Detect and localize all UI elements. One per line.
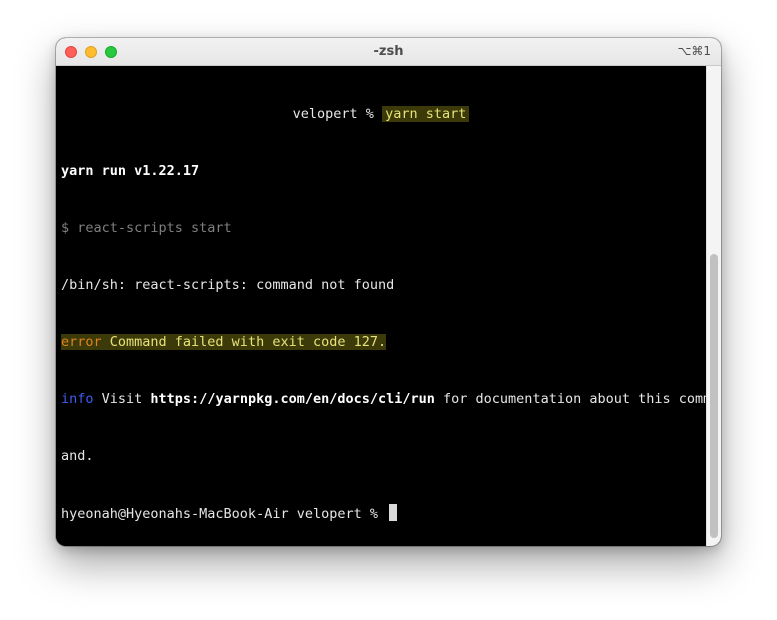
title-bar: -zsh ⌥⌘1 — [56, 38, 721, 66]
window-shortcut: ⌥⌘1 — [677, 44, 711, 58]
current-prompt: hyeonah@Hyeonahs-MacBook-Air velopert % — [61, 506, 387, 522]
info-text-before: Visit — [93, 391, 151, 407]
error-label: error — [61, 334, 102, 350]
window-title: -zsh — [373, 44, 404, 59]
error-message: Command failed with exit code 127. — [101, 334, 387, 350]
cursor — [389, 504, 398, 521]
scrollbar-thumb[interactable] — [710, 254, 718, 538]
scrollbar[interactable] — [706, 66, 721, 546]
terminal-output[interactable]: velopert % yarn start yarn run v1.22.17 … — [56, 66, 711, 546]
terminal-window: -zsh ⌥⌘1 velopert % yarn start yarn run … — [56, 38, 721, 546]
error-line: error Command failed with exit code 127. — [61, 333, 706, 352]
sh-error-line: /bin/sh: react-scripts: command not foun… — [61, 277, 395, 293]
script-echo-line: $ react-scripts start — [61, 220, 232, 236]
current-prompt-line: hyeonah@Hyeonahs-MacBook-Air velopert % — [61, 504, 706, 523]
info-continuation-line: and. — [61, 448, 94, 464]
info-url[interactable]: https://yarnpkg.com/en/docs/cli/run — [150, 391, 434, 407]
command-text: yarn start — [382, 106, 470, 122]
info-label: info — [61, 391, 94, 407]
info-text-after: for documentation about this comm — [434, 391, 712, 407]
info-line: info Visit https://yarnpkg.com/en/docs/c… — [61, 390, 711, 409]
yarn-version-line: yarn run v1.22.17 — [61, 163, 200, 179]
prompt-command-line: velopert % yarn start — [61, 105, 706, 124]
prompt-text: velopert % — [292, 106, 383, 122]
